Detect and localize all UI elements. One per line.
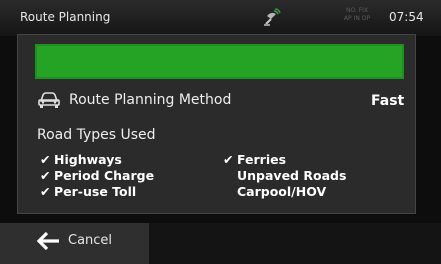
road-type-label: Period Charge [54,168,155,183]
road-type-label: Unpaved Roads [237,168,347,183]
road-type-label: Highways [54,152,122,167]
car-icon [38,92,60,108]
arrow-left-icon[interactable] [37,231,61,251]
road-types-header[interactable]: Road Types Used [37,127,156,143]
route-method-label[interactable]: Route Planning Method [69,92,231,108]
checkmark-icon: ✔ [40,168,51,183]
road-type-ferries[interactable]: ✔ Ferries [223,152,286,167]
checkmark-icon: ✔ [223,152,234,167]
checkmark-icon: ✔ [40,152,51,167]
clock: 07:54 [389,10,424,24]
road-type-period-charge[interactable]: ✔ Period Charge [40,168,154,183]
checkmark-icon: ✔ [40,184,51,199]
road-type-label: Per-use Toll [54,184,137,199]
road-type-carpool-hov[interactable]: Carpool/HOV [223,184,326,199]
road-type-unpaved-roads[interactable]: Unpaved Roads [223,168,346,183]
road-type-highways[interactable]: ✔ Highways [40,152,122,167]
road-type-label: Ferries [237,152,287,167]
progress-bar [35,44,404,79]
gps-status-text: NO. FIX AP IN OP [343,7,371,22]
route-method-value[interactable]: Fast [371,93,404,109]
road-type-label: Carpool/HOV [237,184,327,199]
page-title: Route Planning [20,10,111,24]
satellite-dish-icon [264,8,281,26]
road-type-per-use-toll[interactable]: ✔ Per-use Toll [40,184,136,199]
cancel-label[interactable]: Cancel [68,233,112,248]
